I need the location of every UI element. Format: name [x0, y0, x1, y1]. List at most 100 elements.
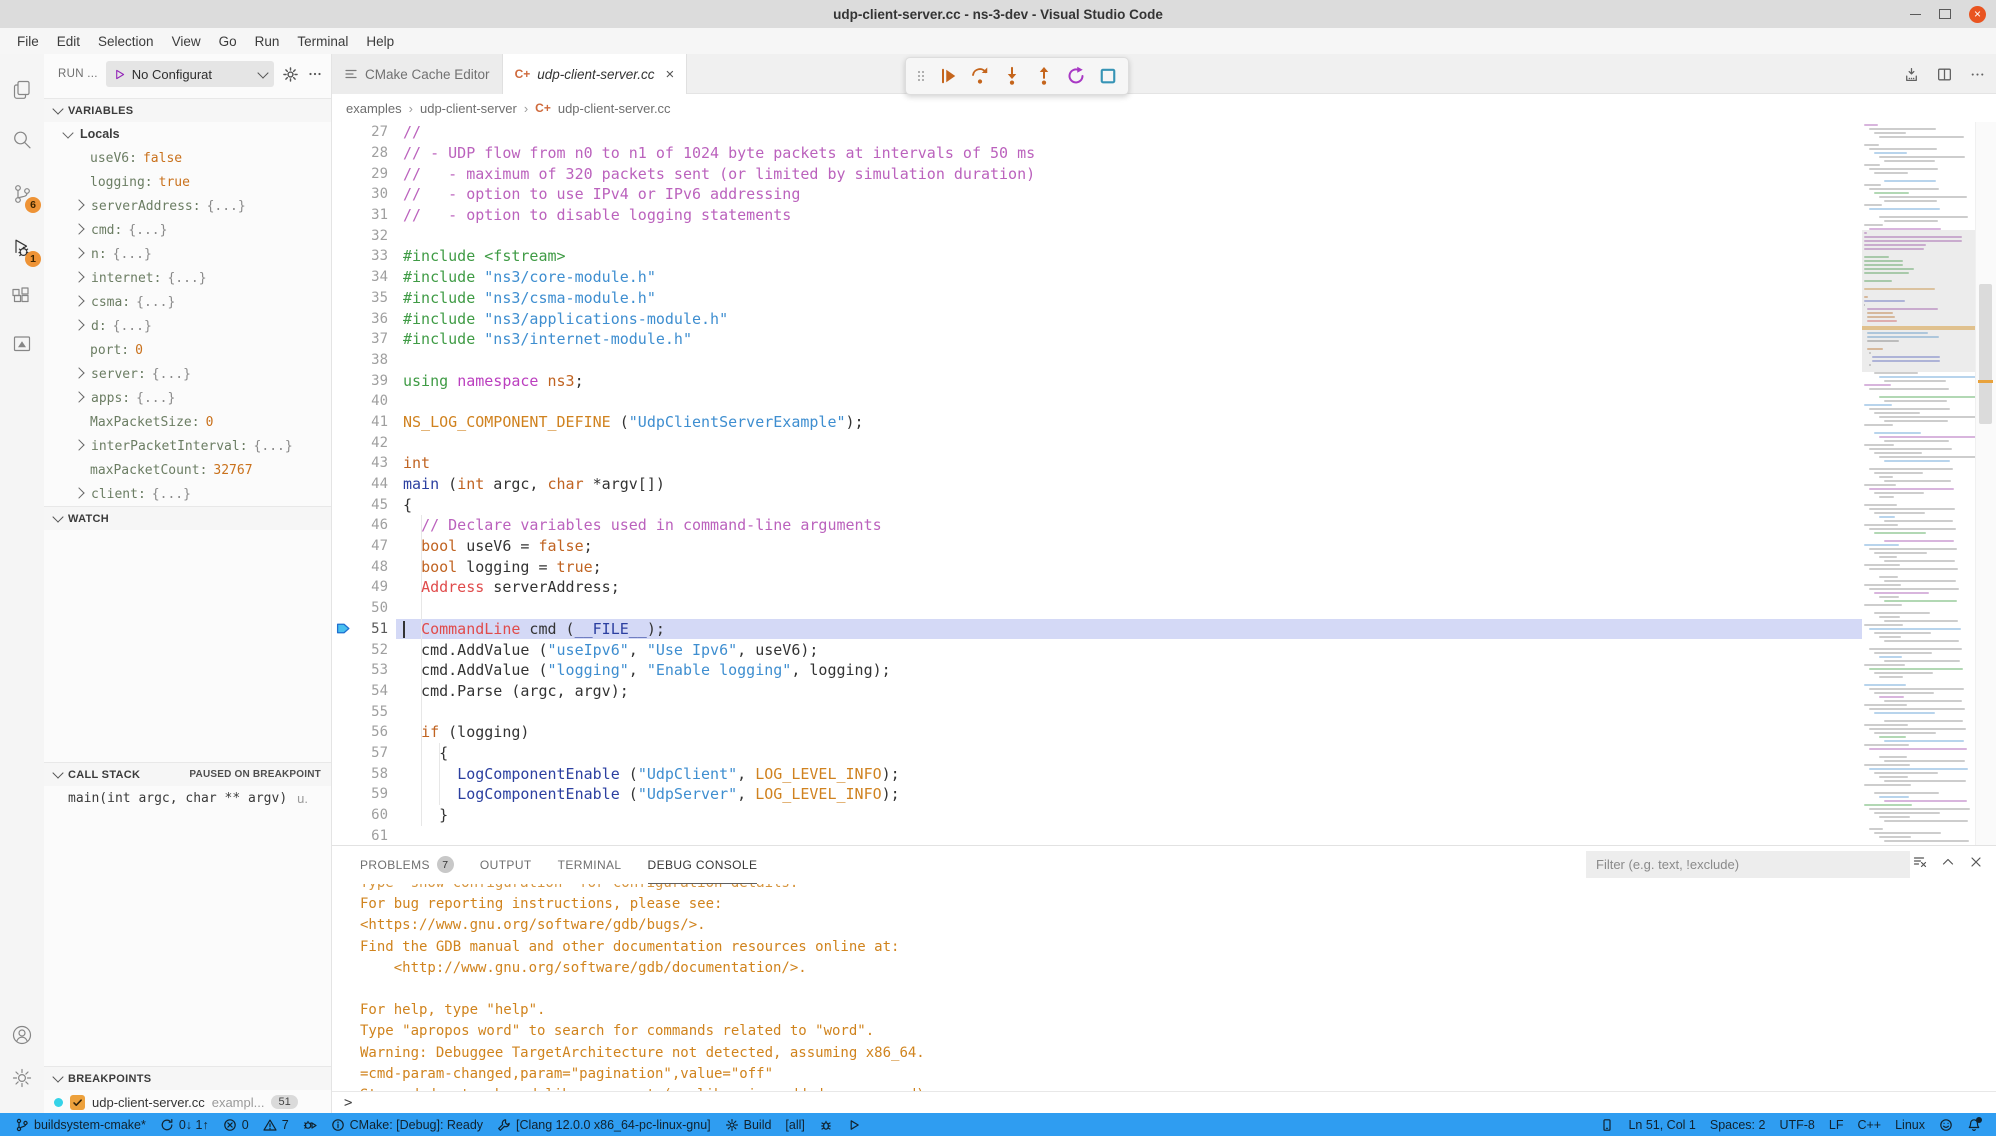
- code-line[interactable]: 51 CommandLine cmd (__FILE__);: [332, 619, 1862, 640]
- debug-console-input[interactable]: >: [332, 1091, 1996, 1114]
- statusbar-encoding[interactable]: UTF-8: [1772, 1113, 1821, 1136]
- code-line[interactable]: 56 if (logging): [332, 722, 1862, 743]
- extensions-icon[interactable]: [0, 274, 44, 318]
- maximize-icon[interactable]: [1939, 9, 1951, 19]
- menu-view[interactable]: View: [163, 34, 210, 49]
- variables-group[interactable]: Locals: [44, 122, 331, 146]
- code-line[interactable]: 61: [332, 825, 1862, 845]
- code-line[interactable]: 42: [332, 432, 1862, 453]
- statusbar-warning-count[interactable]: 7: [256, 1113, 296, 1136]
- tab-udp-client-server-cc[interactable]: C+udp-client-server.cc×: [503, 54, 688, 94]
- line-number[interactable]: 56: [354, 724, 388, 740]
- menu-terminal[interactable]: Terminal: [288, 34, 357, 49]
- code-line[interactable]: 58 LogComponentEnable ("UdpClient", LOG_…: [332, 763, 1862, 784]
- variable-row[interactable]: server:{...}: [44, 362, 331, 386]
- breakpoints-section-header[interactable]: BREAKPOINTS: [44, 1066, 331, 1090]
- line-number[interactable]: 53: [354, 662, 388, 678]
- line-number[interactable]: 47: [354, 538, 388, 554]
- line-number[interactable]: 57: [354, 745, 388, 761]
- statusbar-language-mode[interactable]: C++: [1850, 1113, 1888, 1136]
- maximize-panel-icon[interactable]: [1940, 854, 1956, 870]
- panel-tab-debug-console[interactable]: DEBUG CONSOLE: [648, 846, 758, 884]
- split-editor-icon[interactable]: [1936, 66, 1953, 83]
- more-actions-icon[interactable]: [1969, 66, 1986, 83]
- debug-console-output[interactable]: Type "show configuration" for configurat…: [332, 884, 1996, 1091]
- variable-row[interactable]: csma:{...}: [44, 290, 331, 314]
- settings-gear-icon[interactable]: [0, 1056, 44, 1100]
- variable-row[interactable]: maxPacketCount:32767: [44, 458, 331, 482]
- continue-button[interactable]: [934, 62, 962, 90]
- variable-row[interactable]: internet:{...}: [44, 266, 331, 290]
- statusbar-notifications[interactable]: [1960, 1113, 1988, 1136]
- variable-row[interactable]: serverAddress:{...}: [44, 194, 331, 218]
- code-line[interactable]: 41NS_LOG_COMPONENT_DEFINE ("UdpClientSer…: [332, 412, 1862, 433]
- code-line[interactable]: 27//: [332, 122, 1862, 143]
- step-into-button[interactable]: [998, 62, 1026, 90]
- source-control-icon[interactable]: 6: [0, 172, 44, 216]
- explorer-icon[interactable]: [0, 68, 44, 112]
- statusbar-cmake-run-button[interactable]: [840, 1113, 868, 1136]
- code-line[interactable]: 59 LogComponentEnable ("UdpServer", LOG_…: [332, 784, 1862, 805]
- line-number[interactable]: 28: [354, 145, 388, 161]
- line-number[interactable]: 32: [354, 228, 388, 244]
- line-number[interactable]: 48: [354, 559, 388, 575]
- search-icon[interactable]: [0, 118, 44, 162]
- drag-handle-icon[interactable]: [912, 62, 930, 90]
- code-line[interactable]: 50: [332, 598, 1862, 619]
- statusbar-eol[interactable]: LF: [1822, 1113, 1851, 1136]
- code-line[interactable]: 43int: [332, 453, 1862, 474]
- scrollbar-thumb[interactable]: [1979, 284, 1992, 424]
- line-number[interactable]: 58: [354, 766, 388, 782]
- clear-console-icon[interactable]: [1912, 854, 1928, 870]
- code-line[interactable]: 32: [332, 225, 1862, 246]
- line-number[interactable]: 40: [354, 393, 388, 409]
- statusbar-error-count[interactable]: 0: [216, 1113, 256, 1136]
- line-number[interactable]: 29: [354, 166, 388, 182]
- statusbar-indentation[interactable]: Spaces: 2: [1703, 1113, 1773, 1136]
- editor-scrollbar[interactable]: [1975, 122, 1996, 845]
- menu-file[interactable]: File: [8, 34, 48, 49]
- breadcrumb-item[interactable]: udp-client-server.cc: [558, 101, 671, 116]
- line-number[interactable]: 51: [354, 621, 388, 637]
- code-line[interactable]: 33#include <fstream>: [332, 246, 1862, 267]
- breakpoint-item[interactable]: udp-client-server.cc exampl... 51: [44, 1090, 331, 1114]
- line-number[interactable]: 43: [354, 455, 388, 471]
- code-line[interactable]: 34#include "ns3/core-module.h": [332, 267, 1862, 288]
- more-actions-icon[interactable]: [307, 66, 323, 82]
- stack-frame[interactable]: main(int argc, char ** argv) u.: [44, 786, 331, 810]
- accounts-icon[interactable]: [0, 1013, 44, 1057]
- statusbar-cmake-debug-button[interactable]: [812, 1113, 840, 1136]
- close-icon[interactable]: ×: [1969, 6, 1986, 23]
- code-line[interactable]: 52 cmd.AddValue ("useIpv6", "Use Ipv6", …: [332, 639, 1862, 660]
- panel-tab-problems[interactable]: PROBLEMS7: [360, 846, 454, 884]
- minimap[interactable]: [1862, 122, 1976, 844]
- minimize-icon[interactable]: [1910, 14, 1921, 15]
- statusbar-cursor-position[interactable]: Ln 51, Col 1: [1621, 1113, 1702, 1136]
- menu-help[interactable]: Help: [357, 34, 403, 49]
- close-tab-icon[interactable]: ×: [666, 66, 675, 83]
- restart-button[interactable]: [1062, 62, 1090, 90]
- line-number[interactable]: 41: [354, 414, 388, 430]
- code-line[interactable]: 30// - option to use IPv4 or IPv6 addres…: [332, 184, 1862, 205]
- line-number[interactable]: 42: [354, 435, 388, 451]
- code-line[interactable]: 55: [332, 701, 1862, 722]
- menu-edit[interactable]: Edit: [48, 34, 89, 49]
- code-line[interactable]: 49 Address serverAddress;: [332, 577, 1862, 598]
- menu-go[interactable]: Go: [210, 34, 246, 49]
- line-number[interactable]: 44: [354, 476, 388, 492]
- code-line[interactable]: 54 cmd.Parse (argc, argv);: [332, 681, 1862, 702]
- variable-row[interactable]: cmd:{...}: [44, 218, 331, 242]
- line-number[interactable]: 46: [354, 517, 388, 533]
- line-number[interactable]: 59: [354, 786, 388, 802]
- close-panel-icon[interactable]: [1968, 854, 1984, 870]
- line-number[interactable]: 54: [354, 683, 388, 699]
- variable-row[interactable]: useV6:false: [44, 146, 331, 170]
- variable-row[interactable]: n:{...}: [44, 242, 331, 266]
- line-number[interactable]: 50: [354, 600, 388, 616]
- line-number[interactable]: 39: [354, 373, 388, 389]
- code-line[interactable]: 45{: [332, 494, 1862, 515]
- variable-row[interactable]: apps:{...}: [44, 386, 331, 410]
- line-number[interactable]: 45: [354, 497, 388, 513]
- debug-gear-icon[interactable]: [282, 66, 299, 83]
- debug-current-line-icon[interactable]: [332, 622, 354, 635]
